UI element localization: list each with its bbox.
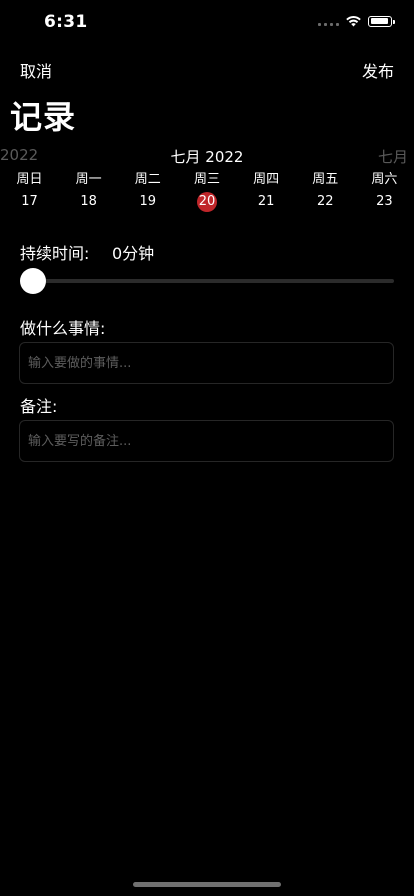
day-number-selected: 20: [196, 192, 217, 212]
note-label: 备注:: [20, 397, 58, 416]
note-input[interactable]: [19, 420, 394, 462]
day-name: 周二: [134, 172, 161, 187]
duration-value: 0分钟: [112, 244, 155, 263]
status-icons: [318, 15, 395, 27]
cancel-button[interactable]: 取消: [20, 58, 52, 82]
week-strip: 周日 17 周一 18 周二 19 周三 20 周四 21 周五 22 周六 23: [0, 171, 414, 214]
day-cell[interactable]: 周五 22: [296, 171, 355, 214]
duration-slider-thumb[interactable]: [20, 268, 46, 294]
day-cell[interactable]: 周二 19: [118, 171, 177, 214]
task-input[interactable]: [19, 342, 394, 384]
task-label: 做什么事情:: [20, 319, 106, 338]
duration-slider-track[interactable]: [30, 279, 394, 283]
day-cell[interactable]: 周四 21: [237, 171, 296, 214]
duration-label: 持续时间:: [20, 244, 90, 263]
day-cell[interactable]: 周一 18: [59, 171, 118, 214]
page-title: 记录: [10, 98, 77, 136]
day-name: 周五: [312, 172, 339, 187]
publish-button[interactable]: 发布: [362, 58, 394, 82]
day-cell[interactable]: 周三 20: [177, 171, 236, 214]
home-indicator: [133, 882, 281, 887]
cellular-signal-icon: [318, 16, 339, 26]
day-number: 17: [21, 194, 38, 209]
next-month-label[interactable]: 七月: [378, 146, 408, 167]
day-name: 周一: [75, 172, 102, 187]
day-name: 周日: [16, 172, 43, 187]
day-number: 18: [80, 194, 97, 209]
wifi-icon: [346, 15, 361, 27]
current-month-label: 七月 2022: [170, 148, 244, 166]
day-cell[interactable]: 周六 23: [355, 171, 414, 214]
status-time: 6:31: [44, 12, 88, 32]
day-number: 23: [376, 194, 393, 209]
month-header: 2022 七月 2022 七月: [0, 146, 414, 166]
day-name: 周四: [253, 172, 280, 187]
day-name: 周六: [371, 172, 398, 187]
day-cell[interactable]: 周日 17: [0, 171, 59, 214]
day-name: 周三: [193, 172, 220, 187]
day-number: 22: [317, 194, 334, 209]
day-number: 21: [257, 194, 275, 209]
day-number: 19: [139, 194, 157, 209]
battery-icon: [368, 15, 395, 27]
